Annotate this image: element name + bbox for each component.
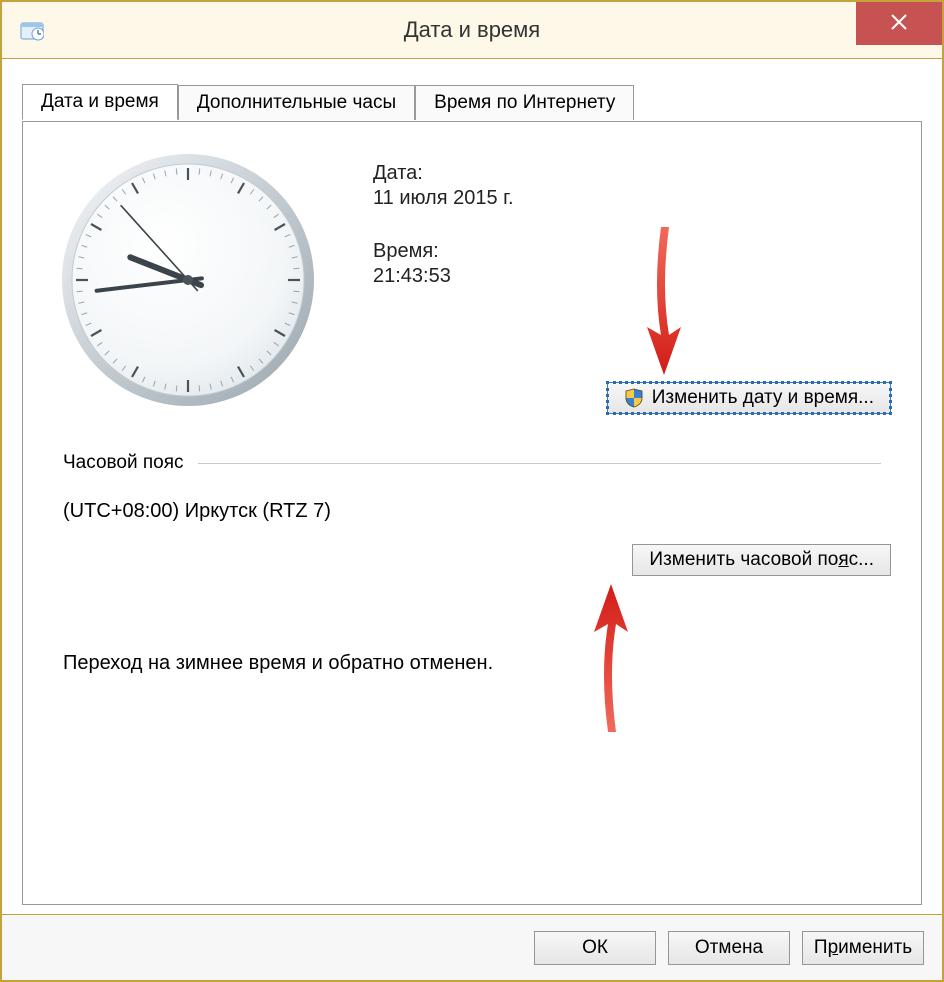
timezone-value: (UTC+08:00) Иркутск (RTZ 7)	[63, 500, 331, 523]
window-title: Дата и время	[2, 17, 942, 43]
time-label: Время:	[373, 240, 514, 263]
datetime-info: Дата: 11 июля 2015 г. Время: 21:43:53	[373, 162, 514, 318]
annotation-arrow-icon	[588, 582, 638, 732]
analog-clock	[58, 150, 318, 416]
date-label: Дата:	[373, 162, 514, 185]
client-area: Дата и время Дополнительные часы Время п…	[2, 59, 942, 915]
tab-panel: Дата: 11 июля 2015 г. Время: 21:43:53	[22, 121, 922, 905]
dialog-footer: ОК Отмена Применить	[2, 914, 942, 980]
apply-button[interactable]: Применить	[802, 931, 924, 965]
annotation-arrow-icon	[641, 227, 691, 377]
cancel-label: Отмена	[695, 937, 763, 959]
title-bar: Дата и время	[2, 2, 942, 59]
change-timezone-button[interactable]: Изменить часовой пояс...	[632, 544, 891, 576]
dialog-window: Дата и время Дата и время Дополнительные…	[0, 0, 944, 982]
ok-label: ОК	[582, 937, 608, 959]
tab-internet-time[interactable]: Время по Интернету	[415, 85, 634, 120]
ok-button[interactable]: ОК	[534, 931, 656, 965]
divider	[198, 463, 882, 464]
tabs: Дата и время Дополнительные часы Время п…	[22, 83, 922, 119]
change-timezone-label: Изменить часовой пояс...	[649, 549, 874, 571]
app-icon	[20, 18, 44, 42]
uac-shield-icon	[624, 388, 644, 408]
tab-datetime[interactable]: Дата и время	[22, 84, 178, 120]
timezone-section-header: Часовой пояс	[63, 452, 881, 474]
apply-label: Применить	[814, 937, 912, 959]
change-datetime-label: Изменить дату и время...	[652, 387, 874, 409]
change-datetime-button[interactable]: Изменить дату и время...	[607, 382, 891, 414]
close-button[interactable]	[856, 2, 942, 45]
cancel-button[interactable]: Отмена	[668, 931, 790, 965]
close-icon	[890, 11, 908, 37]
timezone-header-label: Часовой пояс	[63, 452, 184, 474]
dst-note: Переход на зимнее время и обратно отмене…	[63, 652, 493, 675]
tab-additional-clocks[interactable]: Дополнительные часы	[178, 85, 415, 120]
time-value: 21:43:53	[373, 265, 514, 288]
date-value: 11 июля 2015 г.	[373, 187, 514, 210]
